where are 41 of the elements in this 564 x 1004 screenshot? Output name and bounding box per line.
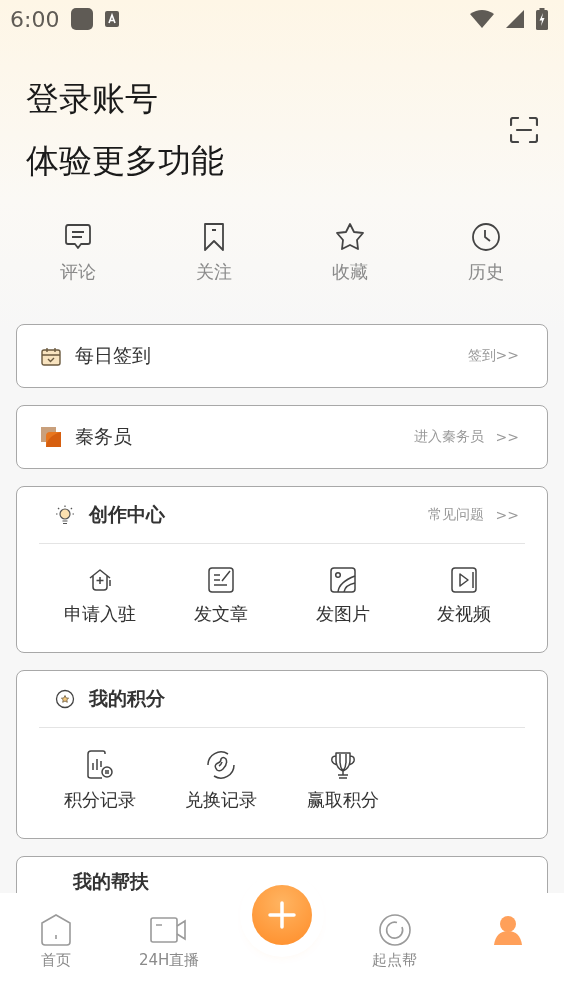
section-title: 我的积分 <box>89 686 165 711</box>
comment-icon <box>63 222 93 252</box>
lightbulb-icon <box>55 505 75 525</box>
creation-item[interactable]: 发图片 <box>282 558 404 634</box>
status-time: 6:00 <box>10 6 60 32</box>
scan-button[interactable] <box>510 117 538 143</box>
sign-in-card[interactable]: 每日签到 签到>> <box>16 324 548 388</box>
card-title: 每日签到 <box>75 343 151 368</box>
points-item[interactable]: 兑换记录 <box>160 742 282 820</box>
section-title: 我的帮扶 <box>73 870 149 892</box>
edit-icon <box>207 566 236 594</box>
notification-icon <box>71 8 94 30</box>
plus-icon <box>267 900 297 930</box>
creation-item[interactable]: 发文章 <box>160 558 282 634</box>
nav-tab[interactable]: 24H直播 <box>112 913 226 970</box>
arrow-text: >> <box>495 507 519 523</box>
login-subtitle: 体验更多功能 <box>26 140 224 182</box>
keyboard-icon <box>105 11 120 27</box>
coin-icon <box>55 689 75 709</box>
card-title: 秦务员 <box>75 424 132 449</box>
signal-icon <box>506 10 524 28</box>
clerk-logo-icon <box>41 427 61 447</box>
calendar-icon <box>41 346 61 366</box>
arrow-text: >> <box>495 429 519 445</box>
image-icon <box>328 566 357 594</box>
creation-item[interactable]: 申请入驻 <box>39 558 161 634</box>
clock-icon <box>471 222 501 252</box>
creation-item[interactable]: 发视频 <box>403 558 525 634</box>
points-item[interactable]: 积分记录 <box>39 742 161 820</box>
chart-record-icon <box>84 750 115 780</box>
star-icon <box>335 222 365 252</box>
clerk-card[interactable]: 秦务员 进入秦务员 >> <box>16 405 548 469</box>
section-title: 创作中心 <box>89 502 165 527</box>
battery-icon <box>536 8 548 30</box>
wifi-icon <box>470 10 494 28</box>
bean-exchange-icon <box>206 750 237 780</box>
points-item[interactable]: 赢取积分 <box>282 742 404 820</box>
video-icon <box>450 566 479 594</box>
nav-tab[interactable]: 首页 <box>0 913 113 970</box>
login-title[interactable]: 登录账号 <box>26 68 158 130</box>
nav-tab[interactable]: 起点帮 <box>338 913 452 970</box>
